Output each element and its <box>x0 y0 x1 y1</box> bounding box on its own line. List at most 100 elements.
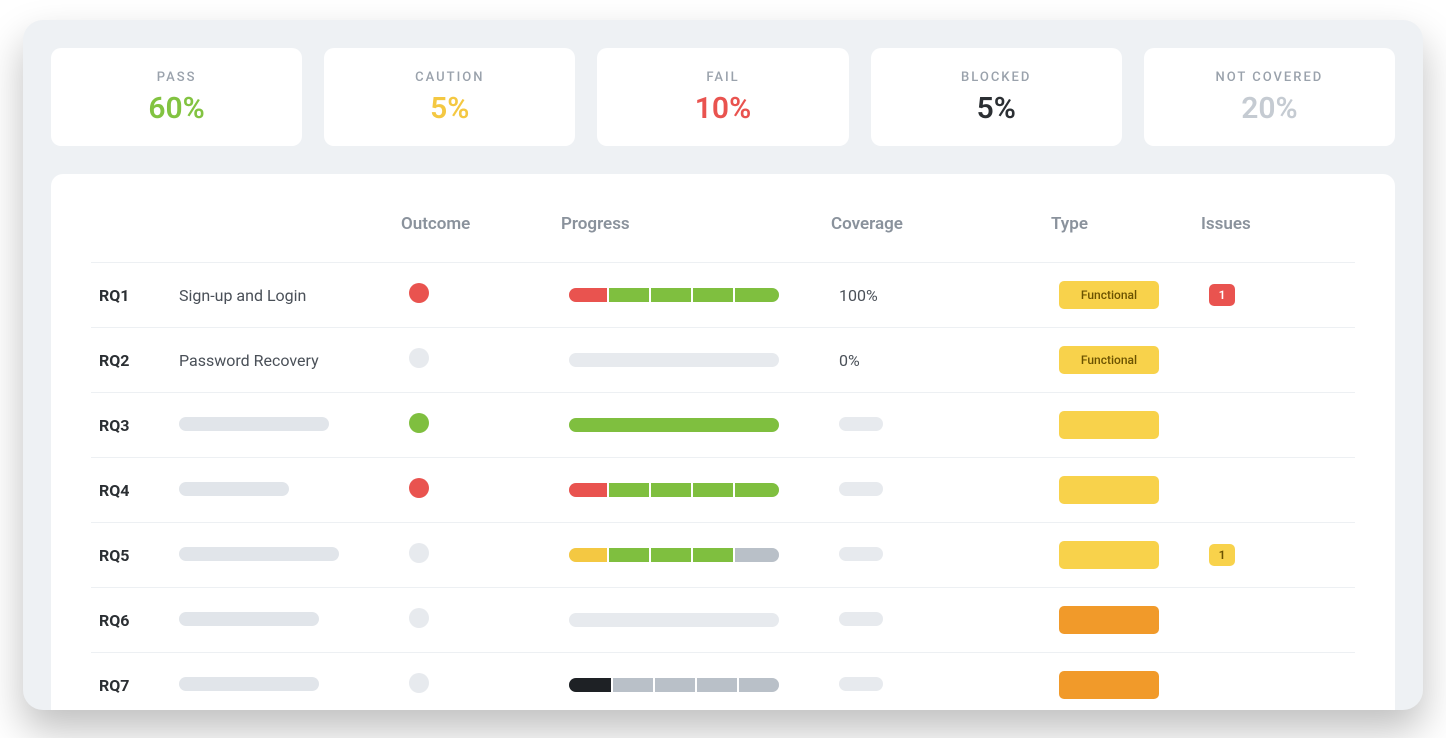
requirement-id: RQ4 <box>91 458 171 523</box>
progress-bar <box>569 678 779 692</box>
requirements-table-card: Outcome Progress Coverage Type Issues RQ… <box>51 174 1395 710</box>
table-row[interactable]: RQ3 <box>91 393 1355 458</box>
text-placeholder <box>839 482 883 496</box>
type-badge[interactable] <box>1059 476 1159 504</box>
stat-value: 10% <box>607 91 838 126</box>
stat-label: BLOCKED <box>881 70 1112 85</box>
progress-segment <box>607 483 649 497</box>
col-type[interactable]: Type <box>1051 214 1201 263</box>
progress-segment <box>569 678 611 692</box>
requirement-name <box>171 653 401 711</box>
progress-segment <box>653 678 695 692</box>
stat-label: CAUTION <box>334 70 565 85</box>
stat-label: FAIL <box>607 70 838 85</box>
stat-card-pass[interactable]: PASS 60% <box>51 48 302 146</box>
issues-cell: 1 <box>1201 263 1355 328</box>
type-badge[interactable] <box>1059 671 1159 699</box>
stat-value: 5% <box>881 91 1112 126</box>
coverage-cell <box>831 523 1051 588</box>
text-placeholder <box>839 612 883 626</box>
stat-value: 20% <box>1154 91 1385 126</box>
progress-segment <box>733 483 779 497</box>
progress-segment <box>607 548 649 562</box>
issues-cell <box>1201 328 1355 393</box>
progress-segment <box>607 288 649 302</box>
issues-cell <box>1201 588 1355 653</box>
progress-segment <box>733 548 779 562</box>
text-placeholder <box>839 417 883 431</box>
col-progress[interactable]: Progress <box>561 214 831 263</box>
coverage-cell: 0% <box>831 328 1051 393</box>
stats-row: PASS 60% CAUTION 5% FAIL 10% BLOCKED 5% … <box>51 48 1395 146</box>
coverage-cell <box>831 653 1051 711</box>
type-badge[interactable]: Functional <box>1059 281 1159 309</box>
coverage-cell <box>831 393 1051 458</box>
table-row[interactable]: RQ1Sign-up and Login100%Functional1 <box>91 263 1355 328</box>
table-row[interactable]: RQ4 <box>91 458 1355 523</box>
stat-card-fail[interactable]: FAIL 10% <box>597 48 848 146</box>
requirement-name <box>171 588 401 653</box>
progress-segment <box>691 288 733 302</box>
outcome-dot <box>409 673 429 693</box>
requirement-name: Password Recovery <box>171 328 401 393</box>
progress-bar <box>569 548 779 562</box>
outcome-dot <box>409 348 429 368</box>
outcome-dot <box>409 413 429 433</box>
requirement-id: RQ5 <box>91 523 171 588</box>
progress-segment <box>733 288 779 302</box>
stat-card-notcovered[interactable]: NOT COVERED 20% <box>1144 48 1395 146</box>
text-placeholder <box>179 417 329 431</box>
text-placeholder <box>179 612 319 626</box>
dashboard-panel: PASS 60% CAUTION 5% FAIL 10% BLOCKED 5% … <box>23 20 1423 710</box>
table-row[interactable]: RQ2Password Recovery0%Functional <box>91 328 1355 393</box>
requirement-name <box>171 393 401 458</box>
col-coverage[interactable]: Coverage <box>831 214 1051 263</box>
issue-badge[interactable]: 1 <box>1209 544 1235 566</box>
requirement-id: RQ3 <box>91 393 171 458</box>
coverage-cell <box>831 588 1051 653</box>
outcome-dot <box>409 283 429 303</box>
requirement-id: RQ6 <box>91 588 171 653</box>
outcome-dot <box>409 543 429 563</box>
table-row[interactable]: RQ5 1 <box>91 523 1355 588</box>
progress-bar <box>569 418 779 432</box>
stat-value: 60% <box>61 91 292 126</box>
text-placeholder <box>839 677 883 691</box>
progress-segment <box>569 483 607 497</box>
table-row[interactable]: RQ6 <box>91 588 1355 653</box>
type-badge[interactable]: Functional <box>1059 346 1159 374</box>
progress-segment <box>611 678 653 692</box>
progress-segment <box>695 678 737 692</box>
col-issues[interactable]: Issues <box>1201 214 1355 263</box>
outcome-dot <box>409 478 429 498</box>
text-placeholder <box>179 677 319 691</box>
type-badge[interactable] <box>1059 606 1159 634</box>
type-badge[interactable] <box>1059 541 1159 569</box>
progress-segment <box>649 288 691 302</box>
col-outcome[interactable]: Outcome <box>401 214 561 263</box>
coverage-cell: 100% <box>831 263 1051 328</box>
progress-segment <box>691 548 733 562</box>
table-header-row: Outcome Progress Coverage Type Issues <box>91 214 1355 263</box>
requirement-name <box>171 523 401 588</box>
stat-label: NOT COVERED <box>1154 70 1385 85</box>
progress-segment <box>569 613 779 627</box>
progress-segment <box>569 288 607 302</box>
stat-card-blocked[interactable]: BLOCKED 5% <box>871 48 1122 146</box>
progress-segment <box>569 418 779 432</box>
type-badge[interactable] <box>1059 411 1159 439</box>
requirements-table: Outcome Progress Coverage Type Issues RQ… <box>91 214 1355 710</box>
progress-segment <box>649 483 691 497</box>
stat-card-caution[interactable]: CAUTION 5% <box>324 48 575 146</box>
requirement-id: RQ1 <box>91 263 171 328</box>
table-row[interactable]: RQ7 <box>91 653 1355 711</box>
stat-label: PASS <box>61 70 292 85</box>
requirement-name <box>171 458 401 523</box>
text-placeholder <box>179 482 289 496</box>
text-placeholder <box>179 547 339 561</box>
issue-badge[interactable]: 1 <box>1209 284 1235 306</box>
coverage-cell <box>831 458 1051 523</box>
requirement-id: RQ7 <box>91 653 171 711</box>
progress-segment <box>737 678 779 692</box>
stat-value: 5% <box>334 91 565 126</box>
